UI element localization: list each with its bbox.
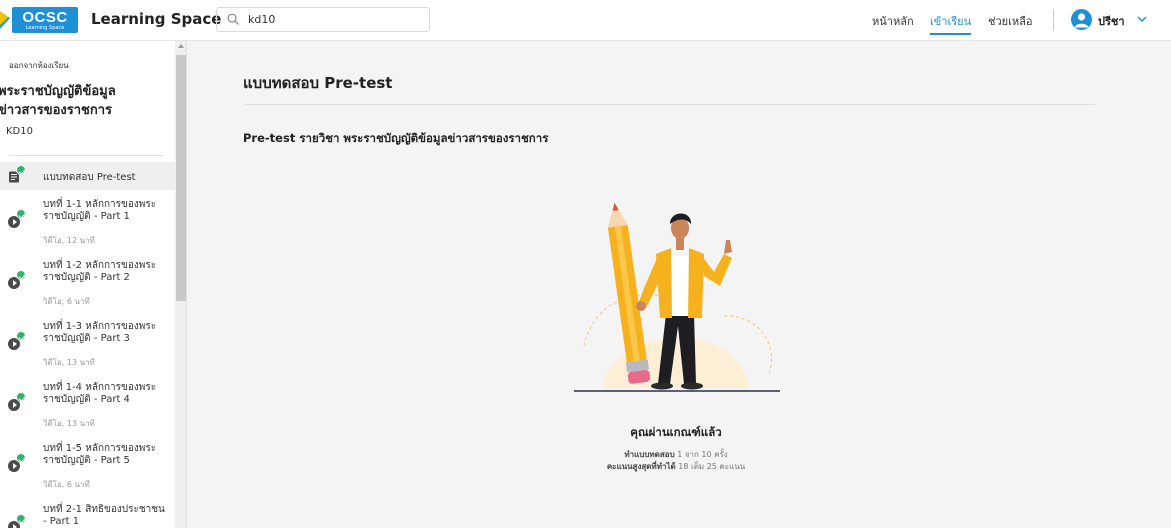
course-title-line-2: ข่าวสารของราชการ (0, 103, 113, 118)
lesson-duration: วิดีโอ, 6 นาที (43, 480, 90, 489)
search-icon (227, 13, 240, 26)
completed-check-icon (16, 514, 26, 524)
lesson-label: บทที่ 2-1 สิทธิของประชาชน - Part 1 (43, 504, 165, 527)
course-title: พระราชบัญญัติข้อมูล ข่าวสารของราชการ (0, 82, 175, 120)
app-title[interactable]: Learning Space (91, 10, 221, 28)
logo-mark-icon (0, 11, 10, 29)
scroll-thumb[interactable] (176, 55, 186, 301)
main-content: แบบทดสอบ Pre-test Pre-test รายวิชา พระรา… (188, 41, 1171, 528)
top-bar: OCSC Learning Space Learning Space หน้าห… (0, 0, 1171, 41)
lesson-label: บทที่ 1-1 หลักการของพระราชบัญญัติ - Part… (43, 199, 157, 222)
lesson-item[interactable]: บทที่ 2-1 สิทธิของประชาชน - Part 1 (0, 499, 175, 528)
score-value: 18 เต็ม 25 คะแนน (678, 462, 746, 471)
lesson-item[interactable]: บทที่ 1-3 หลักการของพระราชบัญญัติ - Part… (0, 316, 175, 372)
user-avatar-icon[interactable] (1071, 9, 1092, 30)
completed-check-icon (16, 392, 26, 402)
completed-check-icon (16, 453, 26, 463)
score-line: คะแนนสูงสุดที่ทำได้ 18 เต็ม 25 คะแนน (546, 460, 806, 473)
completed-check-icon (16, 270, 26, 280)
lesson-duration: วิดีโอ, 13 นาที (43, 419, 95, 428)
course-code: KD10 (6, 126, 33, 137)
back-to-classroom-link[interactable]: ออกจากห้องเรียน (9, 59, 69, 72)
sidebar-scrollbar[interactable] (175, 41, 187, 528)
result-title: คุณผ่านเกณฑ์แล้ว (630, 425, 722, 439)
course-sidebar: ออกจากห้องเรียน พระราชบัญญัติข้อมูล ข่าว… (0, 41, 175, 528)
quiz-subtitle: Pre-test รายวิชา พระราชบัญญัติข้อมูลข่าว… (243, 131, 549, 145)
ocsc-logo[interactable]: OCSC Learning Space (0, 6, 78, 34)
search-box[interactable] (216, 7, 430, 32)
lesson-item-pretest[interactable]: แบบทดสอบ Pre-test (0, 162, 175, 190)
search-input[interactable] (248, 13, 418, 26)
attempts-label: ทำแบบทดสอบ (624, 450, 675, 459)
completed-check-icon (16, 209, 26, 219)
lesson-duration: วิดีโอ, 12 นาที (43, 236, 95, 245)
logo-text: OCSC (22, 8, 68, 26)
lesson-label: บทที่ 1-4 หลักการของพระราชบัญญัติ - Part… (43, 382, 157, 405)
lesson-item[interactable]: บทที่ 1-4 หลักการของพระราชบัญญัติ - Part… (0, 377, 175, 433)
sidebar-divider (9, 155, 163, 156)
score-label: คะแนนสูงสุดที่ทำได้ (606, 462, 676, 471)
lesson-duration: วิดีโอ, 13 นาที (43, 358, 95, 367)
pencil-person-illustration (574, 202, 780, 392)
attempts-value: 1 จาก 10 ครั้ง (677, 450, 728, 459)
lesson-label: บทที่ 1-2 หลักการของพระราชบัญญัติ - Part… (43, 260, 157, 283)
page-title: แบบทดสอบ Pre-test (243, 74, 393, 92)
lesson-item[interactable]: บทที่ 1-2 หลักการของพระราชบัญญัติ - Part… (0, 255, 175, 311)
completed-check-icon (16, 165, 26, 175)
lesson-duration: วิดีโอ, 6 นาที (43, 297, 90, 306)
lesson-item[interactable]: บทที่ 1-1 หลักการของพระราชบัญญัติ - Part… (0, 194, 175, 250)
scroll-up-arrow-icon[interactable] (178, 44, 184, 48)
logo-box: OCSC Learning Space (12, 7, 78, 33)
lesson-label: แบบทดสอบ Pre-test (43, 172, 136, 183)
nav-home[interactable]: หน้าหลัก (872, 12, 914, 30)
nav-divider (1053, 9, 1054, 31)
lesson-label: บทที่ 1-3 หลักการของพระราชบัญญัติ - Part… (43, 321, 157, 344)
main-divider (243, 104, 1095, 105)
nav-classroom[interactable]: เข้าเรียน (930, 12, 972, 35)
chevron-down-icon[interactable] (1136, 14, 1148, 24)
logo-subtext: Learning Space (25, 24, 65, 31)
course-title-line-1: พระราชบัญญัติข้อมูล (0, 84, 116, 99)
user-name[interactable]: ปรีชา (1098, 12, 1125, 30)
nav-help[interactable]: ช่วยเหลือ (988, 12, 1032, 30)
completed-check-icon (16, 331, 26, 341)
lesson-label: บทที่ 1-5 หลักการของพระราชบัญญัติ - Part… (43, 443, 157, 466)
lesson-item[interactable]: บทที่ 1-5 หลักการของพระราชบัญญัติ - Part… (0, 438, 175, 494)
